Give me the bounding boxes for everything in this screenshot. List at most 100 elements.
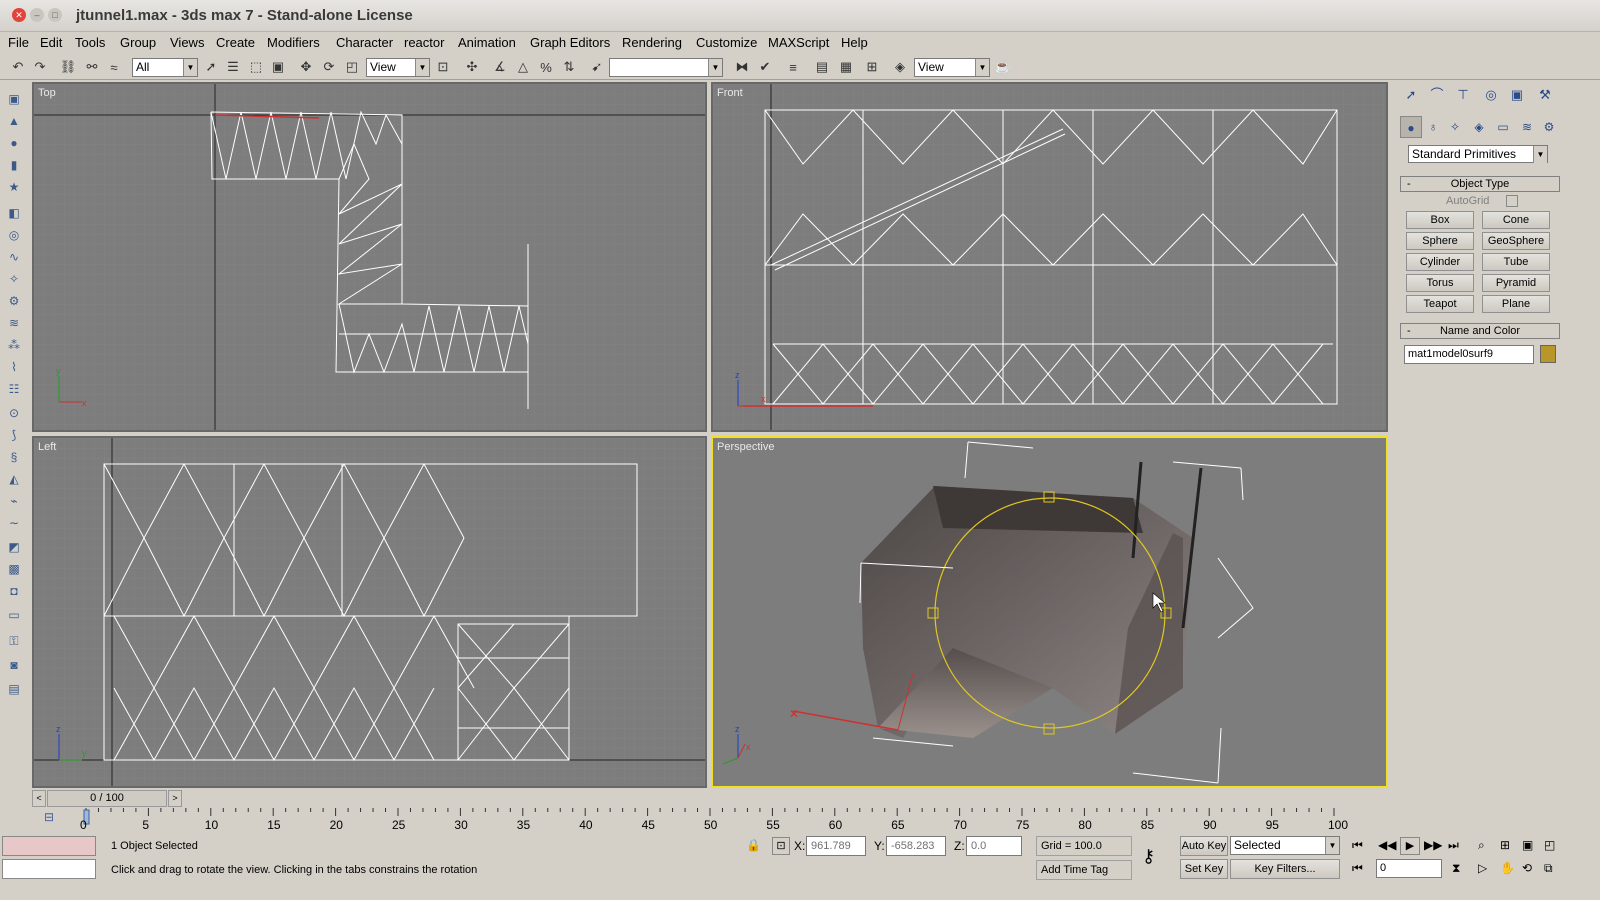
menu-reactor[interactable]: reactor	[404, 35, 444, 50]
space-warp-icon[interactable]: ≋	[5, 314, 23, 332]
rectangular-selection-icon[interactable]: ⬚	[246, 57, 266, 77]
cylinder-button[interactable]: Cylinder	[1406, 253, 1474, 271]
menu-edit[interactable]: Edit	[40, 35, 62, 50]
select-and-link-icon[interactable]: ⛓	[58, 57, 78, 77]
reference-coordinate-dropdown[interactable]: View ▼	[366, 58, 430, 77]
undo-icon[interactable]: ↶	[8, 57, 28, 77]
menu-create[interactable]: Create	[216, 35, 255, 50]
auto-key-button[interactable]: Auto Key	[1180, 836, 1228, 856]
systems-icon[interactable]: ⚙	[1538, 116, 1560, 138]
geosphere-button[interactable]: GeoSphere	[1482, 232, 1550, 250]
edit-named-selection-icon[interactable]: ➹	[587, 57, 607, 77]
hierarchy-tab-icon[interactable]: ⊤	[1452, 84, 1474, 106]
unlink-icon[interactable]: ⚯	[82, 57, 102, 77]
sphere-button[interactable]: Sphere	[1406, 232, 1474, 250]
shapes-icon[interactable]: ♁	[1422, 116, 1444, 138]
geometry-icon[interactable]: ●	[1400, 116, 1422, 138]
viewport-label-front[interactable]: Front	[717, 87, 743, 99]
layer-manager-icon[interactable]: ≡	[783, 57, 803, 77]
absolute-mode-icon[interactable]: ⊡	[772, 837, 790, 855]
time-slider-thumb[interactable]: 0 / 100	[47, 790, 167, 807]
menu-maxscript[interactable]: MAXScript	[768, 35, 829, 50]
menu-tools[interactable]: Tools	[75, 35, 105, 50]
menu-customize[interactable]: Customize	[696, 35, 757, 50]
select-and-scale-icon[interactable]: ◰	[342, 57, 362, 77]
render-scene-icon[interactable]: ◈	[890, 57, 910, 77]
goto-end-icon[interactable]: ⏭	[1448, 838, 1459, 853]
snap-toggle-icon[interactable]: ∡	[490, 57, 510, 77]
percent-snap-icon[interactable]: %	[536, 57, 556, 77]
menu-file[interactable]: File	[8, 35, 29, 50]
mirror-icon[interactable]: ⧓	[732, 57, 752, 77]
select-by-name-icon[interactable]: ☰	[223, 57, 243, 77]
set-key-icon[interactable]: ⚷	[1142, 846, 1155, 867]
viewport-left[interactable]: z y Left	[32, 436, 707, 788]
modifier-tool-icon[interactable]: ⊙	[5, 404, 23, 422]
maxscript-input-field[interactable]	[2, 859, 96, 879]
helper-tool-icon[interactable]: ◎	[5, 226, 23, 244]
window-crossing-icon[interactable]: ▣	[268, 57, 288, 77]
schematic-view-icon[interactable]: ▦	[836, 57, 856, 77]
spinner-snap-icon[interactable]: ⇅	[559, 57, 579, 77]
field-of-view-icon[interactable]: ▷	[1478, 861, 1487, 875]
particle-icon[interactable]: ⁂	[5, 336, 23, 354]
utility-tool-icon[interactable]: ▤	[5, 680, 23, 698]
camera-tool-icon[interactable]: ◧	[5, 204, 23, 222]
select-and-rotate-icon[interactable]: ⟳	[319, 57, 339, 77]
selection-filter-dropdown[interactable]: All ▼	[132, 58, 198, 77]
next-frame-icon[interactable]: ▶▶	[1424, 838, 1442, 852]
menu-rendering[interactable]: Rendering	[622, 35, 682, 50]
box-tool-icon[interactable]: ▣	[5, 90, 23, 108]
twist-tool-icon[interactable]: §	[5, 448, 23, 466]
primitive-category-dropdown[interactable]: Standard Primitives ▼	[1408, 145, 1548, 163]
viewport-label-top[interactable]: Top	[38, 87, 56, 99]
zoom-extents-all-icon[interactable]: ◰	[1544, 838, 1555, 852]
sphere-tool-icon[interactable]: ●	[5, 134, 23, 152]
menu-help[interactable]: Help	[841, 35, 868, 50]
menu-modifiers[interactable]: Modifiers	[267, 35, 320, 50]
object-type-rollout[interactable]: - Object Type	[1400, 176, 1560, 192]
zoom-icon[interactable]: ⌕	[1478, 838, 1485, 853]
wave-tool-icon[interactable]: ∼	[5, 514, 23, 532]
bend-tool-icon[interactable]: ⟆	[5, 426, 23, 444]
zoom-all-icon[interactable]: ⊞	[1500, 838, 1510, 852]
render-type-dropdown[interactable]: View ▼	[914, 58, 990, 77]
pyramid-button[interactable]: Pyramid	[1482, 274, 1550, 292]
z-coordinate-field[interactable]: 0.0	[966, 836, 1022, 856]
noise-tool-icon[interactable]: ⌁	[5, 492, 23, 510]
time-configuration-icon[interactable]: ⧗	[1452, 861, 1460, 876]
create-tab-icon[interactable]: ➚	[1400, 84, 1422, 106]
menu-graph-editors[interactable]: Graph Editors	[530, 35, 610, 50]
play-icon[interactable]: ▶	[1400, 837, 1420, 855]
zoom-extents-icon[interactable]: ▣	[1522, 838, 1533, 852]
viewport-perspective[interactable]: ✕ z x Perspective	[711, 436, 1388, 788]
key-mode-dropdown[interactable]: Selected ▼	[1230, 836, 1340, 855]
box-button[interactable]: Box	[1406, 211, 1474, 229]
set-key-button[interactable]: Set Key	[1180, 859, 1228, 879]
display-tool-icon[interactable]: ▭	[5, 606, 23, 624]
previous-frame-icon[interactable]: ◀◀	[1378, 838, 1396, 852]
uvw-tool-icon[interactable]: ◩	[5, 538, 23, 556]
autogrid-checkbox[interactable]	[1506, 195, 1518, 207]
plane-button[interactable]: Plane	[1482, 295, 1550, 313]
object-name-input[interactable]: mat1model0surf9	[1404, 345, 1534, 364]
quick-render-icon[interactable]: ☕	[993, 57, 1013, 77]
viewport-label-perspective[interactable]: Perspective	[717, 441, 774, 453]
named-selection-sets-field[interactable]: ▼	[609, 58, 723, 77]
minimize-window-button[interactable]: –	[30, 8, 44, 22]
system-tool-icon[interactable]: ☷	[5, 380, 23, 398]
torus-button[interactable]: Torus	[1406, 274, 1474, 292]
pan-hand-icon[interactable]: ✋	[1500, 861, 1515, 875]
render-tool-icon[interactable]: ◙	[5, 656, 23, 674]
mesh-tool-icon[interactable]: ◘	[5, 582, 23, 600]
lights-icon[interactable]: ✧	[1444, 116, 1466, 138]
add-time-tag-button[interactable]: Add Time Tag	[1036, 860, 1132, 880]
modify-tab-icon[interactable]: ⌒	[1426, 84, 1448, 106]
align-icon[interactable]: ✔	[755, 57, 775, 77]
current-frame-field[interactable]: 0	[1376, 859, 1442, 878]
teapot-button[interactable]: Teapot	[1406, 295, 1474, 313]
time-prev-icon[interactable]: <	[32, 790, 46, 807]
viewport-front[interactable]: z x Front	[711, 82, 1388, 432]
x-coordinate-field[interactable]: 961.789	[806, 836, 866, 856]
arc-rotate-icon[interactable]: ⟲	[1522, 861, 1532, 875]
